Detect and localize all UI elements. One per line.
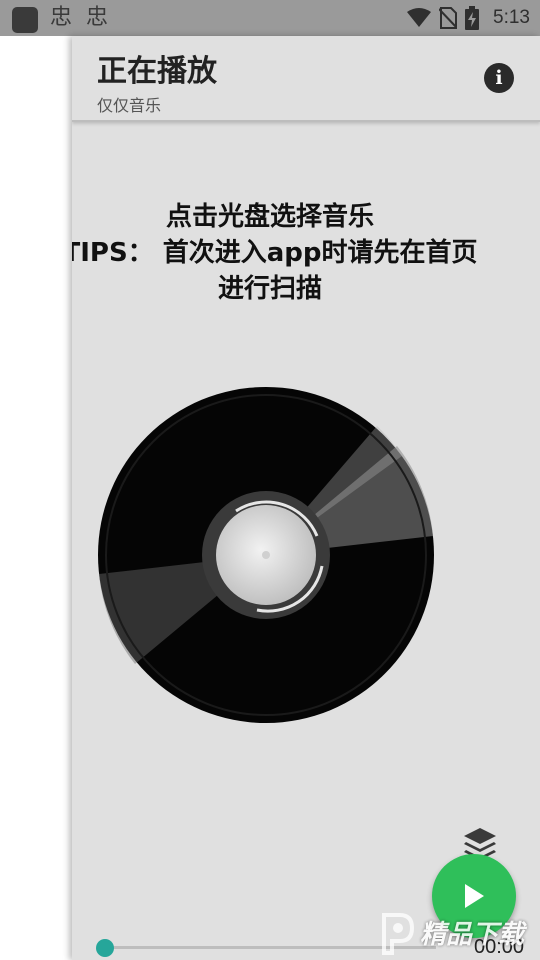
app-notification-icon <box>12 7 38 33</box>
wifi-icon <box>407 8 432 27</box>
watermark-text: 精品下载 <box>420 920 525 950</box>
info-icon[interactable]: i <box>484 63 514 93</box>
battery-charging-icon <box>465 6 480 30</box>
vinyl-disc[interactable] <box>97 386 435 724</box>
watermark: 精品下载 <box>378 905 540 960</box>
watermark-logo-icon <box>382 912 414 955</box>
notification-icon: 忠 <box>50 5 73 30</box>
no-sim-icon <box>439 7 458 29</box>
status-bar: 忠 忠 5:13 <box>0 0 540 36</box>
hint-text: 点击光盘选择音乐 TIPS： 首次进入app时请先在首页 进行扫描 <box>72 202 478 304</box>
page-subtitle: 仅仅音乐 <box>97 96 162 115</box>
clock: 5:13 <box>493 7 530 28</box>
toolbar: 正在播放 仅仅音乐 i <box>72 36 540 122</box>
notification-icon: 忠 <box>86 5 109 30</box>
page-title: 正在播放 <box>97 54 217 89</box>
navigation-drawer-edge[interactable] <box>0 36 72 960</box>
seek-bar-thumb[interactable] <box>96 939 114 957</box>
now-playing-panel: 正在播放 仅仅音乐 i 点击光盘选择音乐 TIPS： 首次进入app时请先在首页… <box>72 36 540 960</box>
